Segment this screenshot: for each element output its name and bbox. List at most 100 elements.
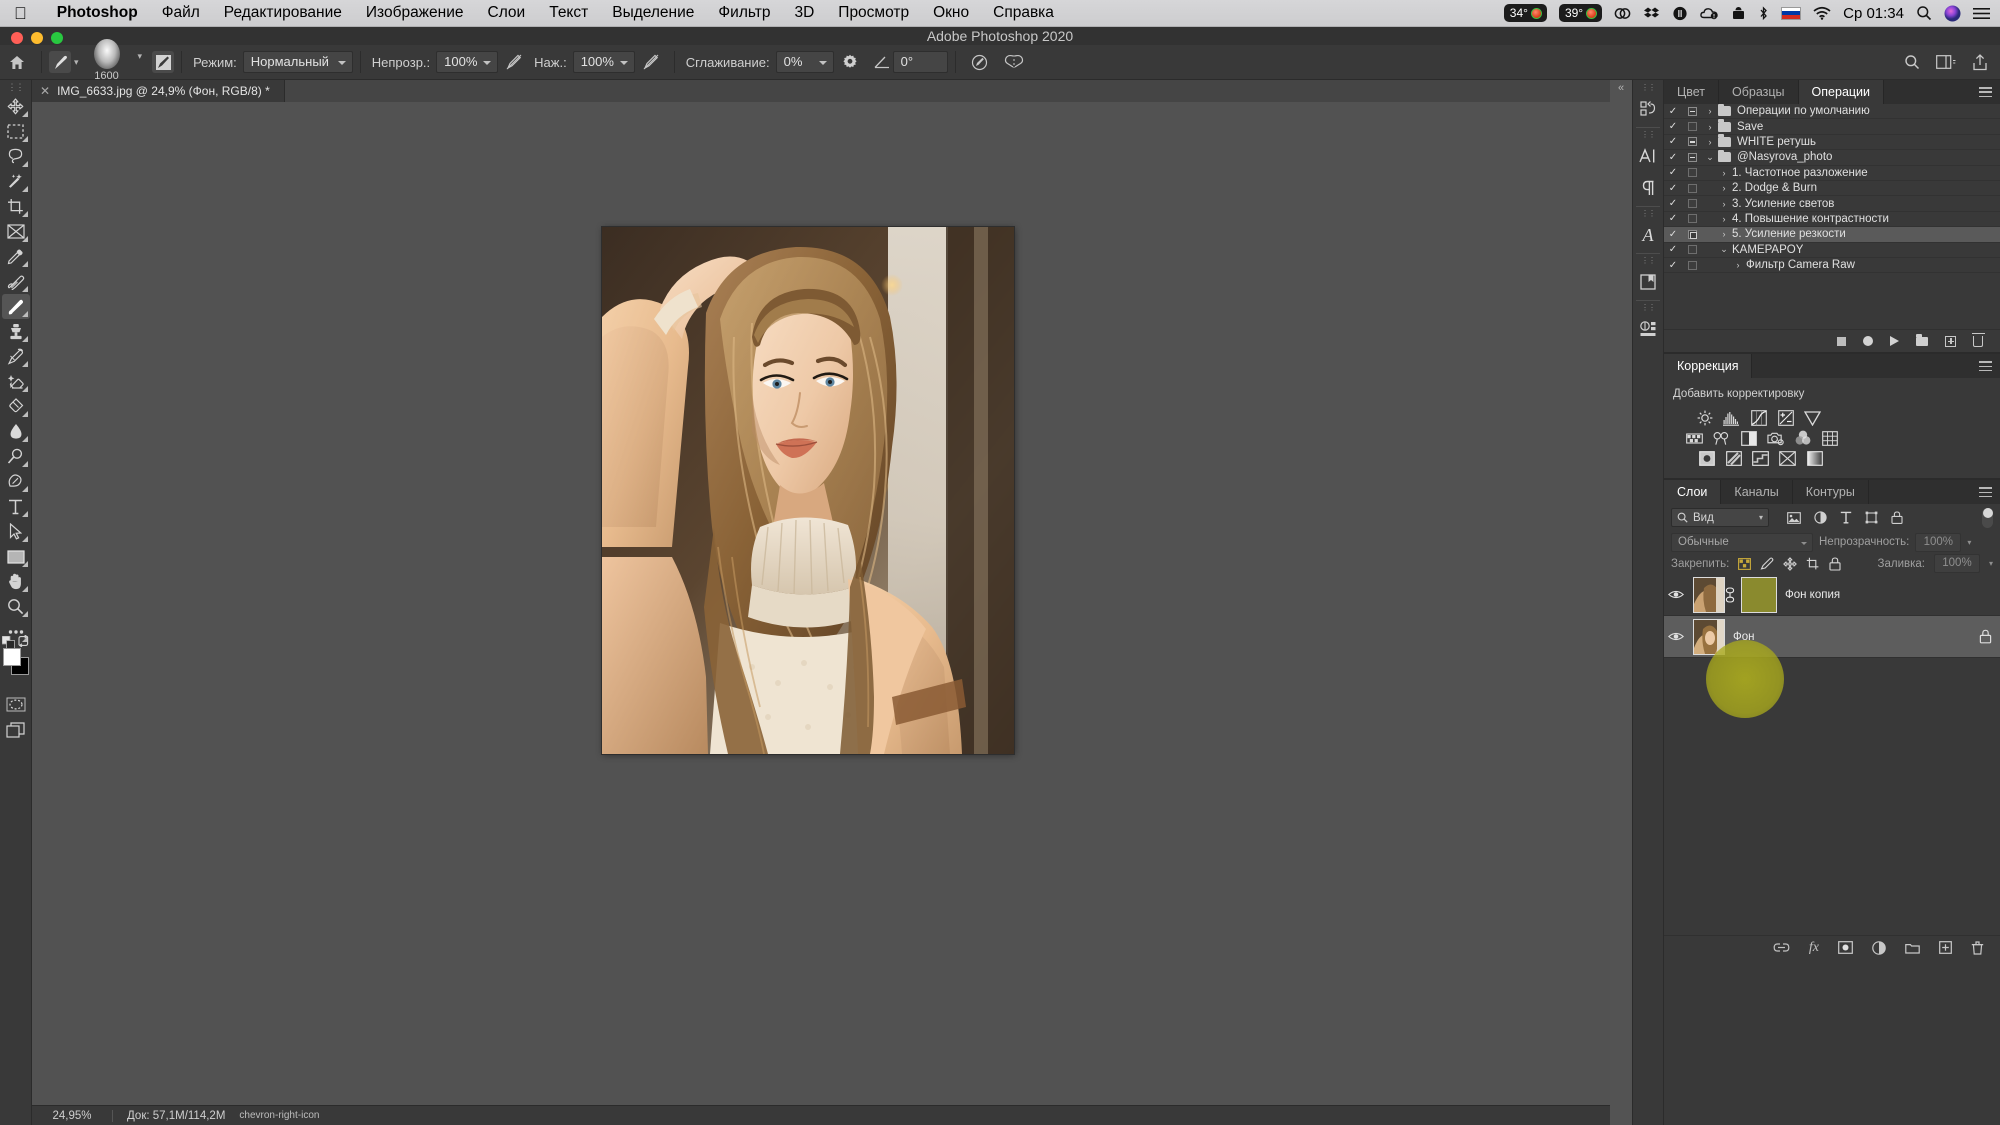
- siri-icon[interactable]: [1944, 5, 1961, 22]
- dock-drag-handle[interactable]: ⋮⋮: [1641, 130, 1656, 140]
- apple-icon[interactable]: : [14, 5, 27, 22]
- threshold-icon[interactable]: [1752, 450, 1769, 466]
- panel-menu-icon[interactable]: [1979, 80, 2000, 104]
- layer-mask-link-icon[interactable]: [1725, 587, 1741, 603]
- action-enabled-checkmark[interactable]: ✓: [1664, 229, 1682, 240]
- action-enabled-checkmark[interactable]: ✓: [1664, 244, 1682, 255]
- selective-color-icon[interactable]: [1779, 450, 1796, 466]
- play-icon[interactable]: [1890, 336, 1899, 347]
- lock-artboard-icon[interactable]: [1806, 557, 1820, 570]
- menu-window[interactable]: Окно: [921, 4, 981, 22]
- tab-actions[interactable]: Операции: [1798, 80, 1885, 104]
- dock-drag-handle[interactable]: ⋮⋮: [1641, 256, 1656, 266]
- screen-mode-icon[interactable]: [2, 717, 30, 742]
- creative-cloud-icon[interactable]: [1614, 6, 1631, 21]
- lock-all-icon[interactable]: [1829, 557, 1841, 571]
- new-adjustment-icon[interactable]: [1872, 940, 1886, 955]
- action-enabled-checkmark[interactable]: ✓: [1664, 183, 1682, 194]
- menu-view[interactable]: Просмотр: [826, 4, 921, 22]
- maximize-window-button[interactable]: [51, 32, 63, 44]
- spotlight-search-icon[interactable]: [1916, 5, 1932, 21]
- brush-panel-icon[interactable]: [152, 51, 175, 73]
- brush-preset-icon[interactable]: [49, 51, 71, 73]
- canvas-area[interactable]: [32, 102, 1610, 1105]
- character-panel-icon[interactable]: [1634, 140, 1662, 172]
- filter-image-icon[interactable]: [1787, 511, 1801, 524]
- menu-text[interactable]: Текст: [537, 4, 600, 22]
- lock-image-icon[interactable]: [1760, 557, 1774, 570]
- tab-paths[interactable]: Контуры: [1792, 480, 1869, 505]
- pressure-opacity-icon[interactable]: [506, 54, 522, 70]
- smoothing-input[interactable]: 0%: [775, 51, 834, 73]
- menu-file[interactable]: Файл: [150, 4, 212, 22]
- action-expand-arrow[interactable]: ›: [1702, 122, 1718, 132]
- foreground-color-swatch[interactable]: [2, 648, 21, 666]
- opacity-input[interactable]: 100%: [436, 51, 499, 73]
- brush-tool[interactable]: [1, 294, 30, 319]
- ru-flag-icon[interactable]: [1781, 6, 1802, 20]
- clone-stamp-tool[interactable]: [2, 319, 30, 344]
- action-expand-arrow[interactable]: ⌄: [1702, 152, 1718, 163]
- action-row[interactable]: ✓ › 5. Усиление резкости: [1664, 227, 2000, 243]
- libraries-panel-icon[interactable]: [1634, 266, 1662, 298]
- eyedropper-tool[interactable]: [2, 244, 30, 269]
- action-row[interactable]: ✓ ⌄ KAMEPAPOY: [1664, 243, 2000, 258]
- menu-help[interactable]: Справка: [981, 4, 1066, 22]
- action-expand-arrow[interactable]: ›: [1716, 199, 1732, 209]
- lasso-tool[interactable]: [2, 144, 30, 169]
- posterize-icon[interactable]: [1725, 450, 1742, 466]
- dodge-icon[interactable]: [2, 444, 30, 469]
- magic-wand-tool[interactable]: [2, 169, 30, 194]
- healing-brush-tool[interactable]: [2, 269, 30, 294]
- fill-slider-caret[interactable]: ▾: [1989, 559, 1993, 568]
- zoom-icon[interactable]: [2, 594, 30, 619]
- flow-input[interactable]: 100%: [572, 51, 635, 73]
- filter-smart-icon[interactable]: [1891, 511, 1903, 525]
- levels-icon[interactable]: [1723, 410, 1740, 426]
- tab-adjustments[interactable]: Коррекция: [1664, 354, 1753, 379]
- color-swatches[interactable]: [1, 635, 30, 678]
- onedrive-icon[interactable]: [1700, 6, 1719, 20]
- menu-select[interactable]: Выделение: [600, 4, 706, 22]
- invert-icon[interactable]: [1698, 450, 1715, 466]
- actions-list[interactable]: ✓ › Операции по умолчанию ✓ › Save ✓ › WHITE рет…: [1664, 103, 2000, 274]
- delete-layer-icon[interactable]: [1971, 941, 1984, 955]
- rectangle-icon[interactable]: [2, 544, 30, 569]
- glyphs-panel-icon[interactable]: A: [1634, 219, 1662, 251]
- new-action-icon[interactable]: [1945, 335, 1956, 347]
- zoom-level[interactable]: 24,95%: [32, 1110, 112, 1122]
- layer-opacity-value[interactable]: 100%: [1915, 532, 1962, 552]
- crop-tool[interactable]: [2, 194, 30, 219]
- action-dialog-toggle[interactable]: [1682, 168, 1702, 178]
- layer-name[interactable]: Фон копия: [1785, 589, 1840, 601]
- menu-edit[interactable]: Редактирование: [212, 4, 354, 22]
- bluetooth-icon[interactable]: [1758, 5, 1769, 21]
- temperature-indicator-1[interactable]: 34°: [1503, 4, 1547, 22]
- dropbox-icon[interactable]: [1643, 6, 1660, 20]
- hand-icon[interactable]: [2, 569, 30, 594]
- tablet-pressure-icon[interactable]: [971, 54, 988, 71]
- action-dialog-toggle[interactable]: [1682, 245, 1702, 255]
- gradient-bucket-icon[interactable]: [2, 394, 30, 419]
- action-row[interactable]: ✓ › 1. Частотное разложение: [1664, 166, 2000, 181]
- action-enabled-checkmark[interactable]: ✓: [1664, 167, 1682, 178]
- dock-drag-handle[interactable]: ⋮⋮: [1641, 303, 1656, 313]
- action-dialog-toggle[interactable]: [1682, 229, 1702, 239]
- toolbar-drag-handle[interactable]: ⋮⋮: [8, 82, 25, 94]
- action-row[interactable]: ✓ › WHITE ретушь: [1664, 134, 2000, 151]
- type-icon[interactable]: [2, 494, 30, 519]
- path-arrow-icon[interactable]: [2, 519, 30, 544]
- chevron-down-icon[interactable]: ▾: [1759, 513, 1763, 522]
- photo-filter-icon[interactable]: [1767, 430, 1784, 446]
- close-icon[interactable]: ✕: [40, 84, 50, 98]
- swap-colors-icon[interactable]: [17, 635, 30, 647]
- paragraph-panel-icon[interactable]: [1634, 172, 1662, 204]
- share-icon[interactable]: [1972, 53, 1988, 71]
- history-panel-icon[interactable]: [1634, 93, 1662, 125]
- wifi-icon[interactable]: [1813, 6, 1831, 20]
- panel-menu-icon[interactable]: [1979, 480, 2000, 504]
- brush-angle-input[interactable]: 0°: [892, 51, 948, 73]
- action-row[interactable]: ✓ › 3. Усиление светов: [1664, 196, 2000, 212]
- color-balance-icon[interactable]: [1713, 430, 1730, 446]
- tab-layers[interactable]: Слои: [1664, 480, 1722, 505]
